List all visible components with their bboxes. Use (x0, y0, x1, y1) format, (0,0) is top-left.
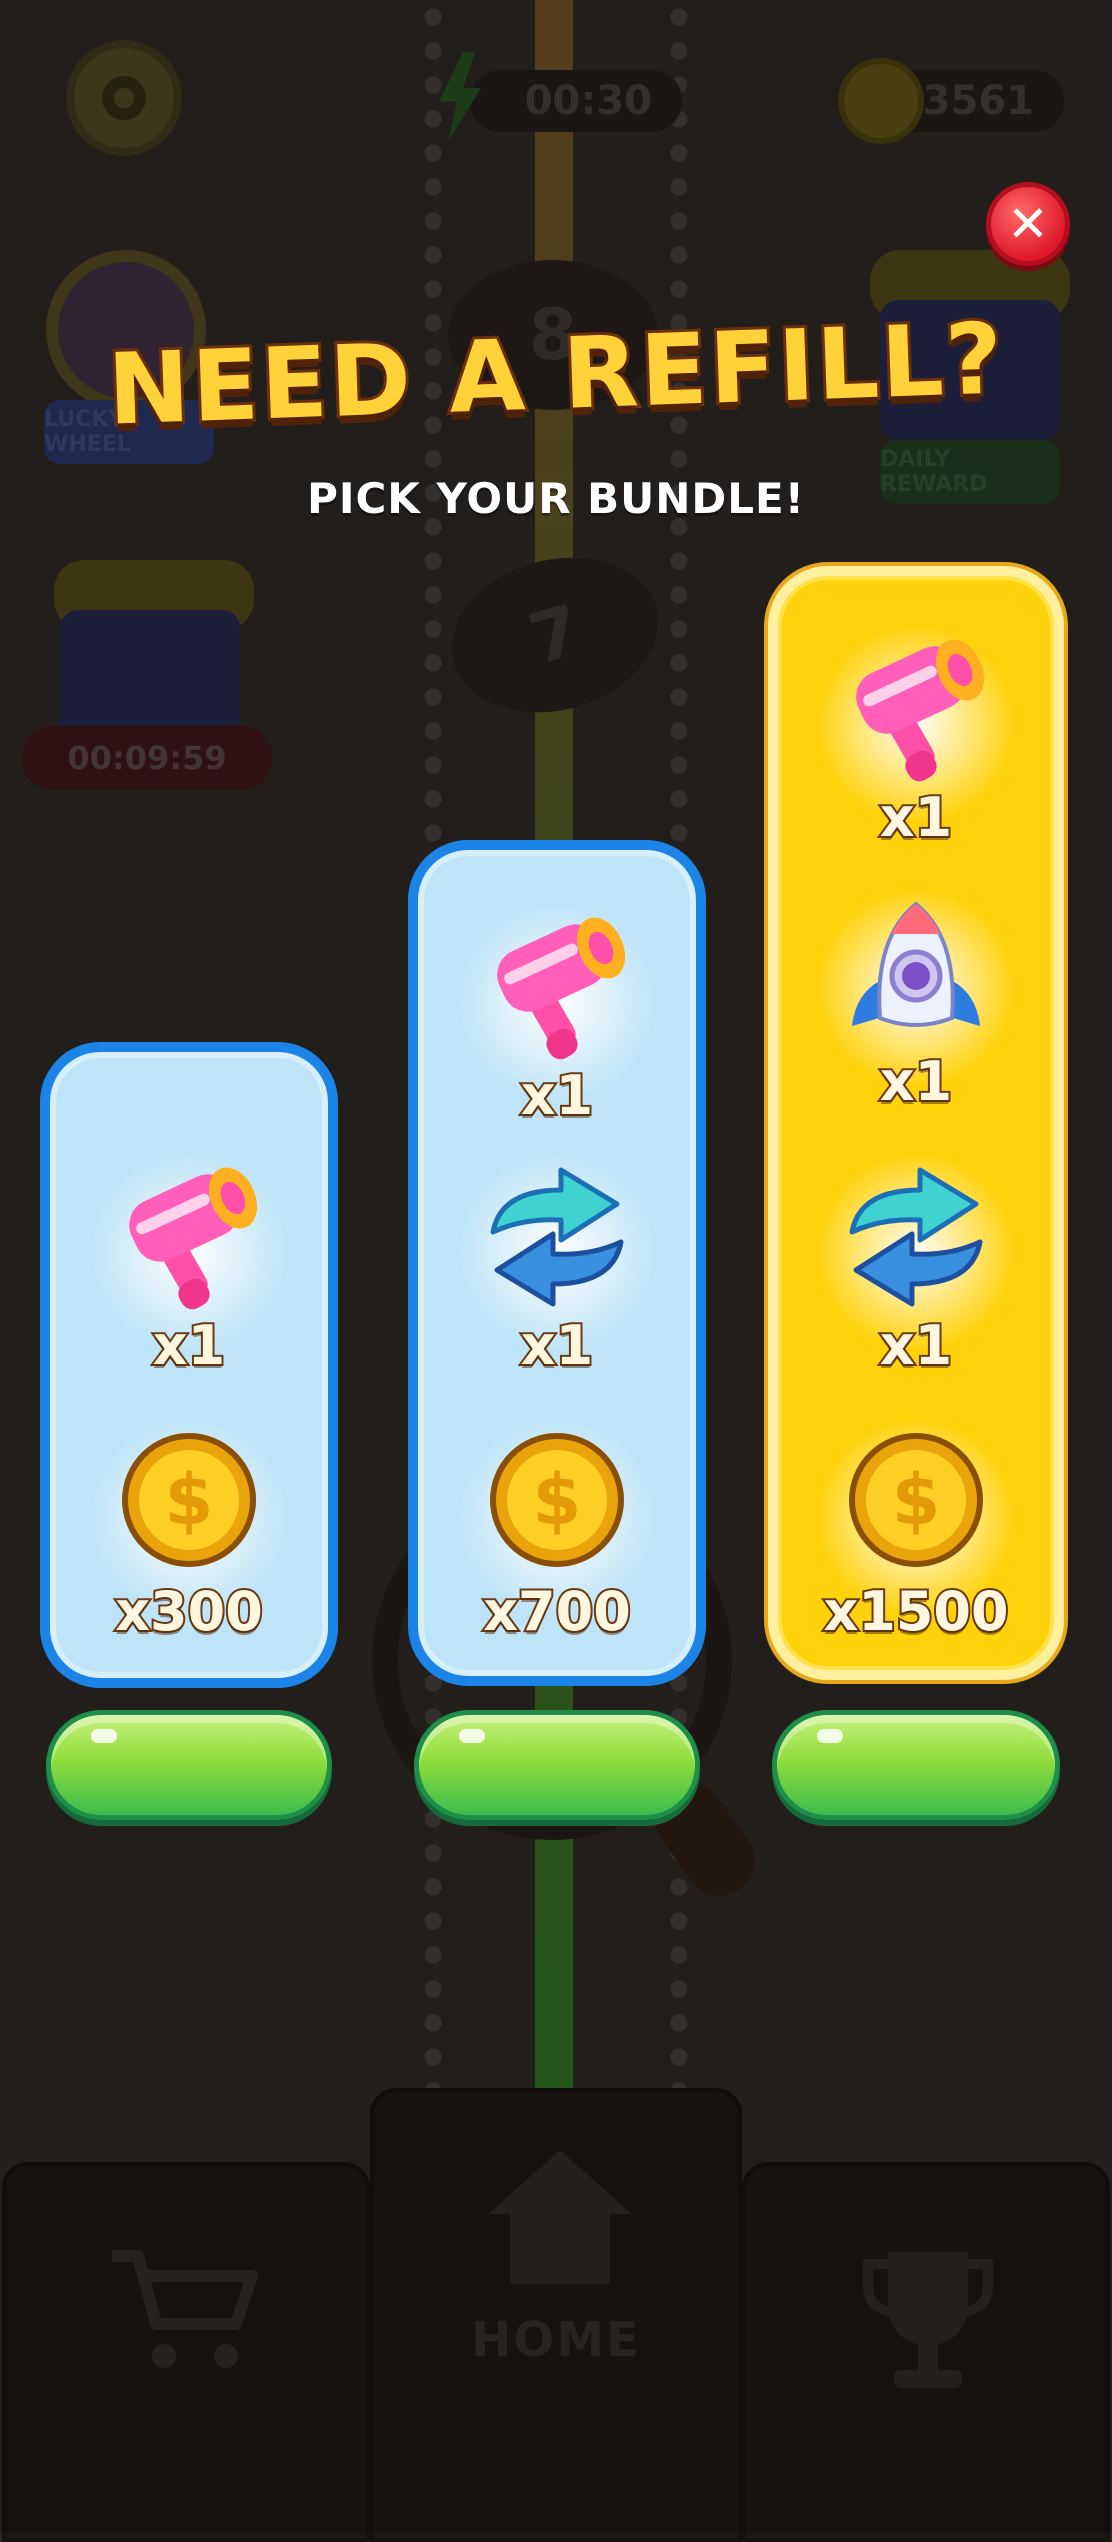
reward-quantity: x1 (519, 1062, 595, 1129)
buy-bundle-2-button[interactable] (414, 1710, 700, 1820)
bundle-2-reward-coins: $ x700 (418, 1408, 696, 1648)
shuffle-icon (490, 1167, 624, 1307)
reward-quantity: x300 (113, 1578, 265, 1645)
reward-quantity: x1 (151, 1312, 227, 1379)
bundle-card-2[interactable]: x1 x1 $ x700 (408, 840, 706, 1686)
coin-icon: $ (490, 1433, 624, 1567)
rocket-icon (852, 901, 980, 1027)
reward-quantity: x1 (519, 1312, 595, 1379)
svg-text:$: $ (533, 1459, 582, 1541)
hammer-icon (497, 917, 626, 1060)
hammer-icon (129, 1167, 258, 1310)
reward-quantity: x1 (878, 1312, 954, 1379)
buy-bundle-1-button[interactable] (46, 1710, 332, 1820)
buy-bundle-3-button[interactable] (772, 1710, 1060, 1820)
close-icon: ✕ (1007, 195, 1049, 253)
bundle-3-reward-rocket: x1 (778, 878, 1054, 1118)
coin-icon: $ (122, 1433, 256, 1567)
bundle-1-reward-coins: $ x300 (50, 1408, 328, 1648)
bundle-2-reward-hammer: x1 (418, 892, 696, 1132)
hammer-icon (856, 639, 985, 782)
svg-text:$: $ (892, 1459, 941, 1541)
bundle-3-reward-shuffle: x1 (778, 1142, 1054, 1382)
bundle-1-reward-hammer: x1 (50, 1142, 328, 1382)
svg-text:$: $ (165, 1459, 214, 1541)
reward-quantity: x700 (481, 1578, 633, 1645)
bundle-3-reward-coins: $ x1500 (778, 1408, 1054, 1648)
reward-quantity: x1500 (821, 1578, 1010, 1645)
bundle-card-1[interactable]: x1 $ x300 (40, 1042, 338, 1688)
shuffle-icon (849, 1167, 983, 1307)
reward-quantity: x1 (878, 1048, 954, 1115)
bundle-2-reward-shuffle: x1 (418, 1142, 696, 1382)
coin-icon: $ (849, 1433, 983, 1567)
close-button[interactable]: ✕ (986, 182, 1070, 266)
reward-quantity: x1 (878, 784, 954, 851)
popup-subtitle: PICK YOUR BUNDLE! (307, 474, 805, 523)
bundle-card-3[interactable]: x1 x1 x1 $ x1500 (768, 566, 1064, 1680)
bundle-3-reward-hammer: x1 (778, 614, 1054, 854)
